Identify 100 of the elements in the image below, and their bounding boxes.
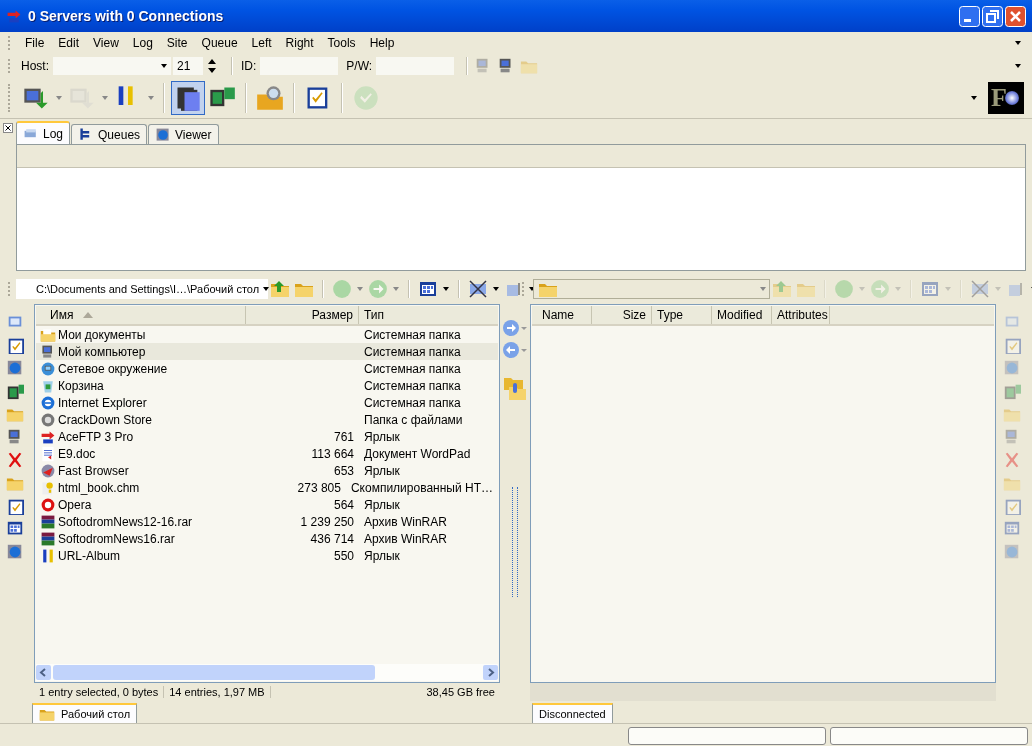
menu-item[interactable]: Queue <box>195 36 246 50</box>
network-icon <box>40 360 56 377</box>
menu-item[interactable]: Edit <box>52 36 88 50</box>
file-type: Ярлык <box>364 429 400 444</box>
copy-left-icon[interactable] <box>502 341 528 359</box>
column-header[interactable]: Modified <box>712 306 772 324</box>
path-field[interactable]: C:\Documents and Settings\I…\Рабочий стол <box>16 279 268 299</box>
file-row[interactable]: Opera 564 Ярлык <box>36 496 498 513</box>
host-field[interactable] <box>53 57 171 75</box>
column-header[interactable]: Attributes <box>772 306 830 324</box>
back-icon[interactable] <box>332 279 352 299</box>
pages-button[interactable] <box>171 81 205 115</box>
minimize-button[interactable] <box>959 5 980 27</box>
column-header[interactable]: Name <box>532 306 592 324</box>
close-button[interactable] <box>1005 5 1026 27</box>
column-header[interactable]: Размер <box>246 306 359 324</box>
file-name: Мой компьютер <box>58 344 146 359</box>
column-header[interactable]: Тип <box>359 306 479 324</box>
file-name: html_book.chm <box>58 480 140 495</box>
checklist-icon[interactable] <box>6 497 24 515</box>
file-row[interactable]: Корзина Системная папка <box>36 377 498 394</box>
spinner-icon[interactable] <box>207 58 217 74</box>
id-label: ID: <box>241 59 257 73</box>
file-size: 653 <box>333 463 354 478</box>
tab[interactable]: Disconnected <box>532 703 613 723</box>
caret-icon[interactable] <box>1015 41 1021 45</box>
file-type: Системная папка <box>364 361 461 376</box>
checklist-icon[interactable] <box>1003 497 1021 515</box>
tab[interactable]: Log <box>16 121 71 144</box>
file-size: 550 <box>333 548 354 563</box>
help-file-icon <box>40 479 56 496</box>
column-header[interactable]: Type <box>652 306 712 324</box>
file-row[interactable]: Сетевое окружение Системная папка <box>36 360 498 377</box>
status-text: 38,45 GB free <box>425 686 496 698</box>
file-row[interactable]: SoftodromNews12-16.rar 1 239 250 Архив WinRAR <box>36 513 498 530</box>
up-folder-icon[interactable] <box>772 279 792 299</box>
menu-item[interactable]: Log <box>126 36 161 50</box>
menu-item[interactable]: Right <box>279 36 322 50</box>
restore-button[interactable] <box>982 5 1003 27</box>
file-type: Архив WinRAR <box>364 514 447 529</box>
file-row[interactable]: Internet Explorer Системная папка <box>36 394 498 411</box>
tab[interactable]: Queues <box>71 124 148 144</box>
globe-icon <box>40 394 56 411</box>
menu-item[interactable]: File <box>19 36 53 50</box>
grid-icon[interactable] <box>418 279 438 299</box>
path-field[interactable] <box>532 279 770 299</box>
file-row[interactable]: E9.doc 113 664 Документ WordPad <box>36 445 498 462</box>
tab[interactable]: Рабочий стол <box>32 703 138 723</box>
file-name: URL-Album <box>58 548 120 563</box>
file-row[interactable]: URL-Album 550 Ярлык <box>36 547 498 564</box>
splitter-handle[interactable] <box>512 487 518 597</box>
globe-icon <box>155 126 172 143</box>
menu-item[interactable]: Tools <box>321 36 364 50</box>
forward-icon[interactable] <box>368 279 388 299</box>
file-type: Скомпилированный HT… <box>350 480 493 495</box>
port-field[interactable]: 21 <box>173 57 203 75</box>
file-row[interactable]: CrackDown Store Папка с файлами <box>36 411 498 428</box>
status-text: 1 entry selected, 0 bytes <box>34 686 165 698</box>
file-size: 113 664 <box>311 446 354 461</box>
file-row[interactable]: Мой компьютер Системная папка <box>36 343 498 360</box>
file-type: Системная папка <box>364 327 461 342</box>
check-icon <box>352 84 380 112</box>
file-type: Архив WinRAR <box>364 531 447 546</box>
logo: F <box>988 82 1024 114</box>
password-label: P/W: <box>346 59 373 73</box>
file-name: Fast Browser <box>58 463 129 478</box>
file-size: 273 805 <box>297 480 341 495</box>
delete-icon[interactable] <box>6 451 24 469</box>
close-icon[interactable] <box>3 123 13 133</box>
menu-item[interactable]: Help <box>363 36 403 50</box>
password-field[interactable] <box>376 57 455 75</box>
scroll-left-button[interactable] <box>36 665 51 680</box>
menu-item[interactable]: Site <box>160 36 196 50</box>
menu-item[interactable]: Left <box>245 36 280 50</box>
file-row[interactable]: html_book.chm 273 805 Скомпилированный HT… <box>36 479 498 496</box>
file-type: Документ WordPad <box>364 446 471 461</box>
host-label: Host: <box>21 59 49 73</box>
folder-icon <box>40 326 56 343</box>
copy-right-icon[interactable] <box>502 319 528 337</box>
file-size: 1 239 250 <box>300 514 354 529</box>
column-header[interactable]: Size <box>592 306 652 324</box>
scroll-right-button[interactable] <box>483 665 498 680</box>
file-size: 436 714 <box>310 531 354 546</box>
file-size: 761 <box>333 429 354 444</box>
file-row[interactable]: SoftodromNews16.rar 436 714 Архив WinRAR <box>36 530 498 547</box>
delete-icon[interactable] <box>1003 451 1021 469</box>
caret-icon[interactable] <box>971 96 977 100</box>
horizontal-scrollbar[interactable] <box>36 664 498 681</box>
up-folder-icon[interactable] <box>270 279 290 299</box>
app-icon <box>6 8 22 24</box>
id-field[interactable] <box>260 57 339 75</box>
caret-icon[interactable] <box>1015 64 1021 68</box>
tab[interactable]: Viewer <box>148 124 219 144</box>
file-row[interactable]: AceFTP 3 Pro 761 Ярлык <box>36 428 498 445</box>
column-header[interactable]: Имя <box>36 306 246 324</box>
file-name: SoftodromNews16.rar <box>58 531 175 546</box>
file-name: Мои документы <box>58 327 146 342</box>
file-row[interactable]: Мои документы Системная папка <box>36 326 498 343</box>
menu-item[interactable]: View <box>87 36 127 50</box>
file-row[interactable]: Fast Browser 653 Ярлык <box>36 462 498 479</box>
